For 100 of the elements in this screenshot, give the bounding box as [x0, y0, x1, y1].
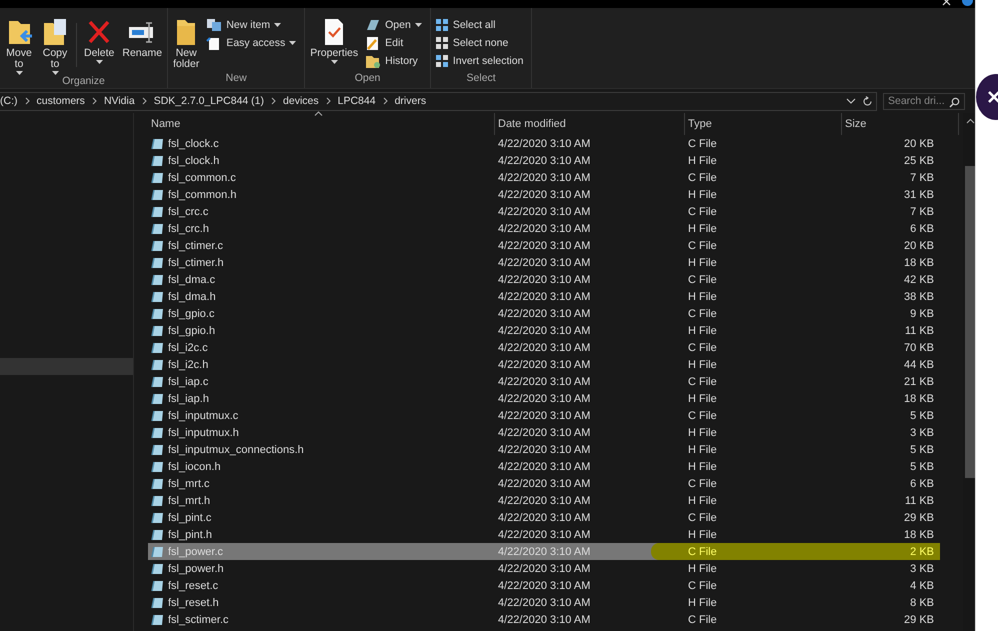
file-name[interactable]: fsl_power.h: [168, 562, 224, 574]
file-name[interactable]: fsl_mrt.h: [168, 494, 210, 506]
breadcrumb[interactable]: drivers: [394, 95, 426, 107]
ribbon-button[interactable]: New folder: [170, 17, 202, 70]
file-name[interactable]: fsl_iap.h: [168, 392, 209, 404]
column-header[interactable]: Date modified: [498, 118, 566, 130]
file-icon: [151, 545, 165, 558]
ribbon-button[interactable]: Copy to: [38, 17, 72, 75]
breadcrumb[interactable]: (C:): [0, 95, 18, 107]
ribbon-button[interactable]: Delete: [81, 17, 118, 64]
file-name[interactable]: fsl_crc.h: [168, 222, 209, 234]
breadcrumb[interactable]: customers: [36, 95, 85, 107]
file-name[interactable]: fsl_sctimer.c: [168, 614, 229, 626]
chevron-icon: [92, 97, 97, 105]
ribbon-button[interactable]: Easy access: [204, 35, 298, 50]
breadcrumb[interactable]: LPC844: [338, 95, 376, 107]
file-row[interactable]: fsl_ctimer.c 4/22/2020 3:10 AM C File 20 KB: [148, 237, 940, 254]
file-name[interactable]: fsl_dma.h: [168, 290, 216, 302]
breadcrumb[interactable]: SDK_2.7.0_LPC844 (1): [154, 95, 264, 107]
file-row[interactable]: fsl_pint.h 4/22/2020 3:10 AM H File 18 KB: [148, 526, 940, 543]
file-row[interactable]: fsl_sctimer.c 4/22/2020 3:10 AM C File 29 KB: [148, 611, 940, 628]
date-modified: 4/22/2020 3:10 AM: [498, 562, 590, 574]
file-row[interactable]: fsl_common.h 4/22/2020 3:10 AM H File 31 KB: [148, 186, 940, 203]
date-modified: 4/22/2020 3:10 AM: [498, 546, 590, 558]
ribbon-button[interactable]: New item: [204, 17, 298, 32]
file-name[interactable]: fsl_reset.c: [168, 580, 218, 592]
file-size: 44 KB: [904, 358, 934, 370]
invert-selection-icon: [434, 54, 449, 68]
file-row[interactable]: fsl_inputmux.h 4/22/2020 3:10 AM H File 3 KB: [148, 424, 940, 441]
file-row[interactable]: fsl_gpio.c 4/22/2020 3:10 AM C File 9 KB: [148, 305, 940, 322]
file-row[interactable]: fsl_mrt.h 4/22/2020 3:10 AM H File 11 KB: [148, 492, 940, 509]
file-row[interactable]: fsl_inputmux_connections.h 4/22/2020 3:10 AM H File 5 KB: [148, 441, 940, 458]
file-row[interactable]: fsl_inputmux.c 4/22/2020 3:10 AM C File 5 KB: [148, 407, 940, 424]
column-header[interactable]: Size: [845, 118, 866, 130]
file-name[interactable]: fsl_common.h: [168, 188, 236, 200]
file-name[interactable]: fsl_ctimer.c: [168, 240, 224, 252]
ribbon-button[interactable]: Invert selection: [432, 53, 526, 68]
ribbon-button[interactable]: Move to: [2, 17, 36, 75]
file-name[interactable]: fsl_inputmux.h: [168, 426, 239, 438]
file-row[interactable]: fsl_common.c 4/22/2020 3:10 AM C File 7 KB: [148, 169, 940, 186]
file-name[interactable]: fsl_pint.c: [168, 512, 212, 524]
file-name[interactable]: fsl_gpio.h: [168, 324, 216, 336]
file-name[interactable]: fsl_crc.c: [168, 206, 208, 218]
file-row[interactable]: fsl_crc.c 4/22/2020 3:10 AM C File 7 KB: [148, 203, 940, 220]
file-row[interactable]: fsl_iap.h 4/22/2020 3:10 AM H File 18 KB: [148, 390, 940, 407]
file-name[interactable]: fsl_clock.h: [168, 154, 220, 166]
file-row[interactable]: fsl_dma.h 4/22/2020 3:10 AM H File 38 KB: [148, 288, 940, 305]
file-row[interactable]: fsl_reset.h 4/22/2020 3:10 AM H File 8 KB: [148, 594, 940, 611]
file-name[interactable]: fsl_inputmux.c: [168, 410, 238, 422]
file-name[interactable]: fsl_gpio.c: [168, 308, 214, 320]
file-name[interactable]: fsl_iap.c: [168, 376, 208, 388]
file-name[interactable]: fsl_pint.h: [168, 528, 212, 540]
file-name[interactable]: fsl_dma.c: [168, 274, 216, 286]
breadcrumb[interactable]: NVidia: [104, 95, 135, 107]
scroll-up-icon[interactable]: [966, 118, 975, 124]
ribbon-button[interactable]: Select none: [432, 35, 526, 50]
search-field[interactable]: Search dri...: [883, 92, 965, 110]
file-row[interactable]: fsl_mrt.c 4/22/2020 3:10 AM C File 6 KB: [148, 475, 940, 492]
date-modified: 4/22/2020 3:10 AM: [498, 528, 590, 540]
file-row[interactable]: fsl_dma.c 4/22/2020 3:10 AM C File 42 KB: [148, 271, 940, 288]
ribbon-button[interactable]: Edit: [363, 35, 424, 50]
ribbon-button[interactable]: Open: [363, 17, 424, 32]
file-row[interactable]: fsl_pint.c 4/22/2020 3:10 AM C File 29 KB: [148, 509, 940, 526]
file-name[interactable]: fsl_i2c.c: [168, 342, 208, 354]
column-header[interactable]: Name: [151, 118, 180, 130]
address-bar[interactable]: (C:) customers NVidia SDK_2.7.0_LPC844 (1) devices LPC844 drivers: [0, 92, 877, 110]
file-name[interactable]: fsl_iocon.h: [168, 460, 221, 472]
file-name[interactable]: fsl_inputmux_connections.h: [168, 444, 304, 456]
ribbon-button[interactable]: Properties: [307, 17, 362, 64]
file-row[interactable]: fsl_crc.h 4/22/2020 3:10 AM H File 6 KB: [148, 220, 940, 237]
file-row[interactable]: fsl_ctimer.h 4/22/2020 3:10 AM H File 18 KB: [148, 254, 940, 271]
file-row[interactable]: fsl_iap.c 4/22/2020 3:10 AM C File 21 KB: [148, 373, 940, 390]
scrollbar-thumb[interactable]: [965, 166, 975, 478]
ribbon-button[interactable]: Select all: [432, 17, 526, 32]
file-name[interactable]: fsl_common.c: [168, 172, 236, 184]
file-name[interactable]: fsl_mrt.c: [168, 478, 210, 490]
file-size: 4 KB: [910, 580, 934, 592]
file-row[interactable]: fsl_clock.c 4/22/2020 3:10 AM C File 20 KB: [148, 135, 940, 152]
file-row[interactable]: fsl_gpio.h 4/22/2020 3:10 AM H File 11 KB: [148, 322, 940, 339]
file-row[interactable]: fsl_clock.h 4/22/2020 3:10 AM H File 25 KB: [148, 152, 940, 169]
breadcrumb[interactable]: devices: [283, 95, 319, 107]
date-modified: 4/22/2020 3:10 AM: [498, 376, 590, 388]
file-row[interactable]: fsl_i2c.c 4/22/2020 3:10 AM C File 70 KB: [148, 339, 940, 356]
file-row[interactable]: fsl_i2c.h 4/22/2020 3:10 AM H File 44 KB: [148, 356, 940, 373]
column-header[interactable]: Type: [688, 118, 712, 130]
ribbon-button[interactable]: Rename: [119, 17, 166, 59]
file-icon: [151, 477, 165, 490]
file-name[interactable]: fsl_clock.c: [168, 138, 219, 150]
file-type: H File: [688, 392, 717, 404]
file-name[interactable]: fsl_ctimer.h: [168, 256, 224, 268]
file-row[interactable]: fsl_iocon.h 4/22/2020 3:10 AM H File 5 KB: [148, 458, 940, 475]
ribbon-button[interactable]: History: [363, 53, 424, 68]
caret-icon: [274, 22, 282, 26]
file-name[interactable]: fsl_reset.h: [168, 596, 219, 608]
file-name[interactable]: fsl_i2c.h: [168, 358, 208, 370]
file-row[interactable]: fsl_power.h 4/22/2020 3:10 AM H File 3 KB: [148, 560, 940, 577]
selected-row[interactable]: fsl_power.c 4/22/2020 3:10 AM C File 2 KB: [148, 543, 940, 560]
date-modified: 4/22/2020 3:10 AM: [498, 256, 590, 268]
close-icon[interactable]: [942, 0, 951, 7]
file-row[interactable]: fsl_reset.c 4/22/2020 3:10 AM C File 4 KB: [148, 577, 940, 594]
